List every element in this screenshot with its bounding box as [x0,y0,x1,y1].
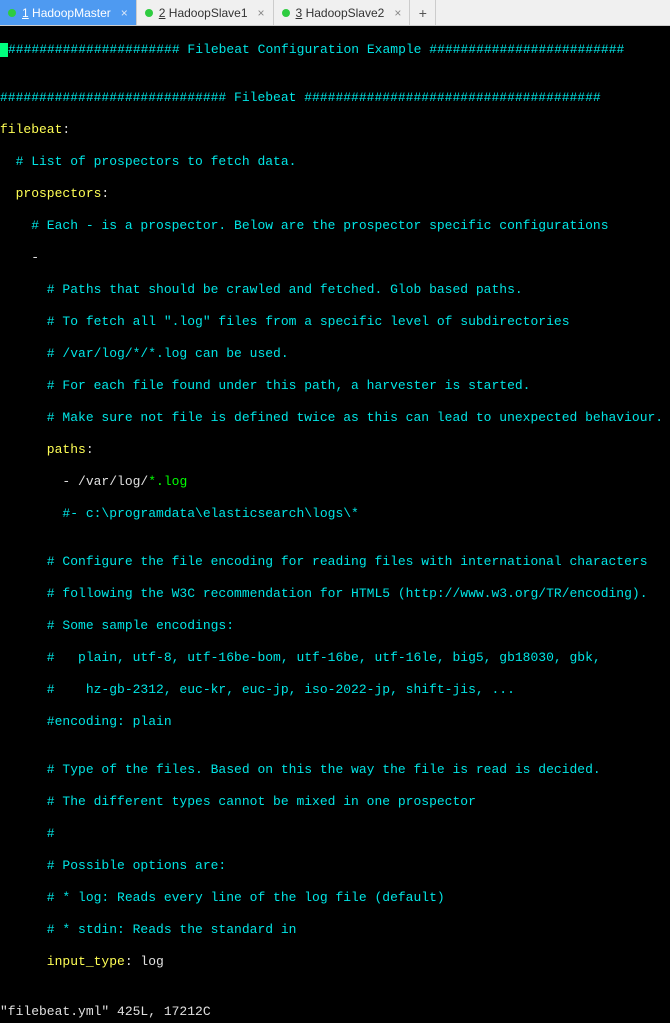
tab-hadoop-slave1[interactable]: 2 HadoopSlave1 × [137,0,274,25]
editor-content: ###################### Filebeat Configur… [0,26,670,1002]
tab-hadoop-slave2[interactable]: 3 HadoopSlave2 × [274,0,411,25]
close-icon[interactable]: × [121,6,128,20]
status-dot-icon [8,9,16,17]
close-icon[interactable]: × [394,6,401,20]
status-dot-icon [145,9,153,17]
tab-bar: 1 HadoopMaster × 2 HadoopSlave1 × 3 Hado… [0,0,670,26]
terminal[interactable]: ###################### Filebeat Configur… [0,26,670,544]
status-dot-icon [282,9,290,17]
tab-label: 1 HadoopMaster [22,6,111,20]
cursor [0,43,8,57]
tab-hadoop-master[interactable]: 1 HadoopMaster × [0,0,137,25]
tab-label: 3 HadoopSlave2 [296,6,385,20]
tab-label: 2 HadoopSlave1 [159,6,248,20]
add-tab-button[interactable]: + [410,0,436,25]
close-icon[interactable]: × [258,6,265,20]
status-line: "filebeat.yml" 425L, 17212C [0,1002,670,1023]
